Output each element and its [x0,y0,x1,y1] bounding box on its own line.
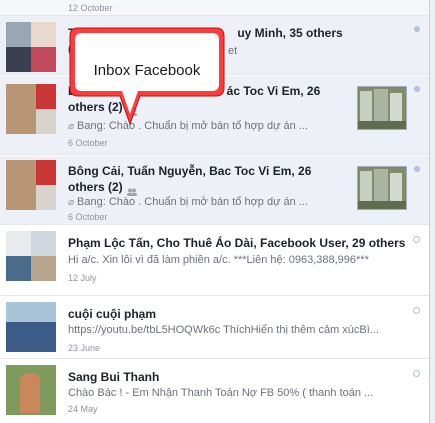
thread-snippet: Chào Bác ! - Em Nhận Thanh Toán Nợ FB 50… [68,387,374,399]
thread-date: 12 July [68,273,97,283]
avatar [6,365,56,415]
unread-dot-icon[interactable] [414,166,420,172]
thread-row[interactable]: Sang Bui Thanh Chào Bác ! - Em Nhận Than… [0,360,429,423]
thread-row[interactable]: cuội cuội phạm https://youtu.be/tbL5HOQW… [0,297,429,359]
thread-date: 23 June [68,343,101,353]
thread-title: Bông Cải, Tuấn Nguyễn, Bac Toc Vi Em, 26… [68,164,312,196]
attachment-thumbnail[interactable] [357,86,407,130]
attachment-icon: ⌀ [68,197,75,208]
date-separator: 12 October [0,0,429,16]
thread-title: Sang Bui Thanh [68,370,160,384]
avatar [6,160,56,210]
callout-annotation: Inbox Facebook [68,26,226,126]
callout-label: Inbox Facebook [93,62,201,79]
thread-row[interactable]: Bông Cải, Tuấn Nguyễn, Bac Toc Vi Em, 26… [0,156,429,225]
unread-dot-icon[interactable] [414,26,420,32]
scrollbar[interactable] [430,0,435,423]
thread-date: 6 October [68,212,108,222]
thread-snippet: https://youtu.be/tbL5HOQWk6c ThíchHiển t… [68,324,379,336]
avatar [6,231,56,281]
thread-snippet: et [228,45,238,57]
thread-date: 24 May [68,404,98,414]
read-circle-icon[interactable] [413,307,420,314]
thread-snippet: Hi a/c. Xin lỗi vì đã làm phiền a/c. ***… [68,254,369,266]
thread-title: cuội cuội phạm [68,307,157,321]
attachment-thumbnail[interactable] [357,166,407,210]
read-circle-icon[interactable] [413,370,420,377]
avatar [6,302,56,352]
unread-dot-icon[interactable] [414,86,420,92]
thread-row[interactable]: Phạm Lộc Tấn, Cho Thuê Áo Dài, Facebook … [0,226,429,296]
thread-snippet: ⌀ Bang: Chào . Chuẩn bị mở bán tổ hợp dự … [68,196,308,208]
group-icon [126,184,137,196]
read-circle-icon[interactable] [413,236,420,243]
thread-title: Phạm Lộc Tấn, Cho Thuê Áo Dài, Facebook … [68,236,406,250]
thread-date: 6 October [68,138,108,148]
avatar [6,22,56,72]
date-label: 12 October [68,3,113,13]
avatar [6,84,56,134]
